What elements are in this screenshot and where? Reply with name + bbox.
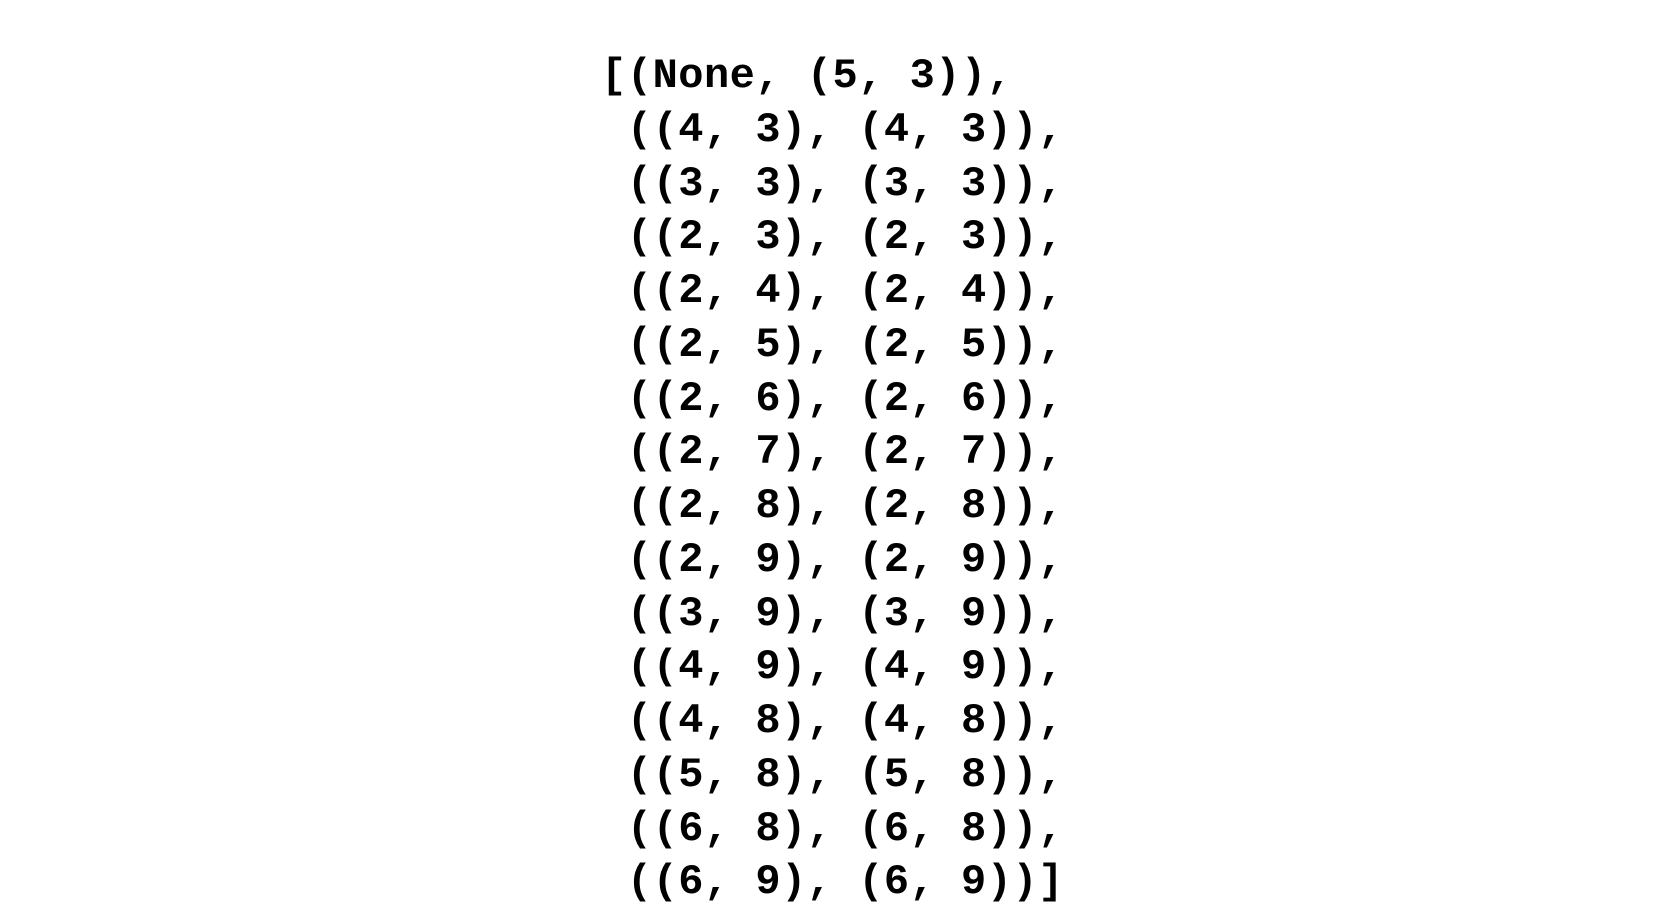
code-output: [(None, (5, 3)), ((4, 3), (4, 3)), ((3, … (601, 42, 1064, 910)
